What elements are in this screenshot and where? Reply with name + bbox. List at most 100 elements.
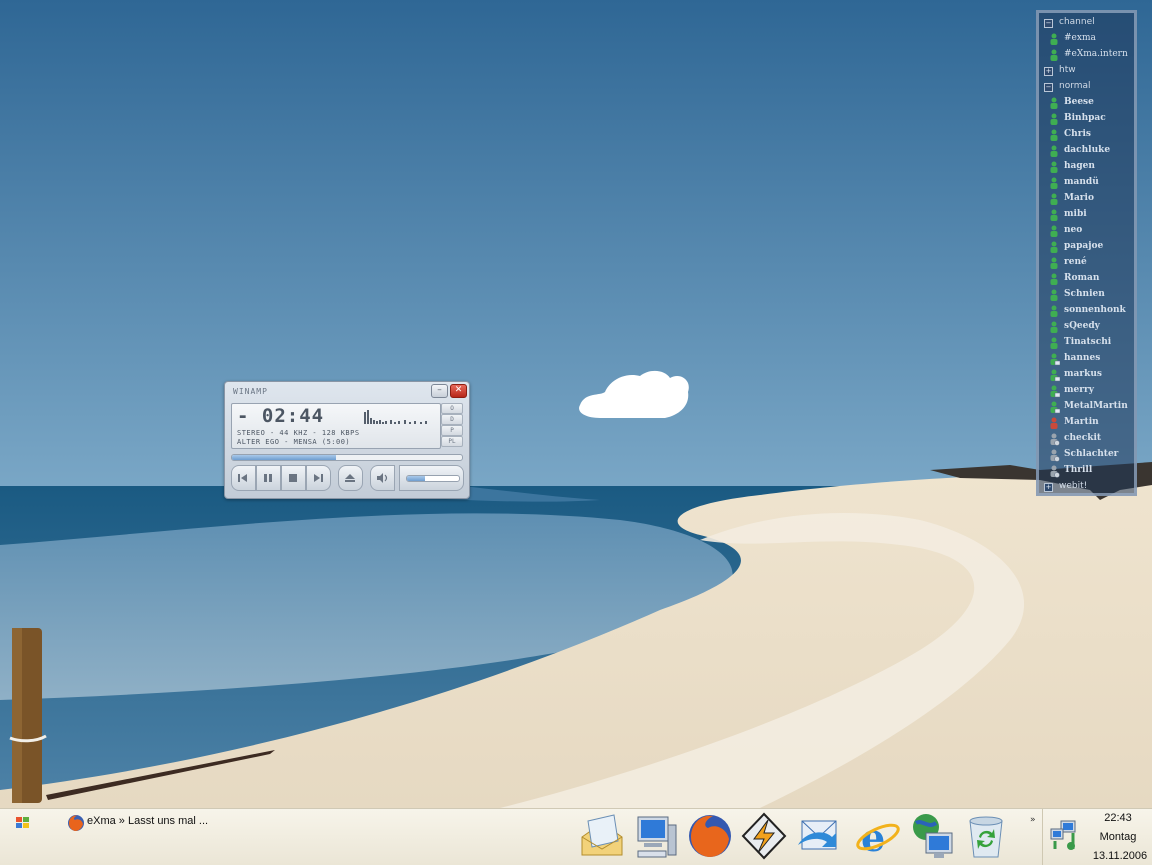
contact-label: checkit <box>1064 433 1102 443</box>
collapse-icon[interactable]: − <box>1044 83 1053 92</box>
tray-expand-button[interactable]: » <box>1030 815 1036 825</box>
user-status-icon <box>1050 177 1058 189</box>
speaker-icon <box>377 473 388 483</box>
channel-label: #exma <box>1064 33 1096 43</box>
contact-list-panel[interactable]: − channel #exma #eXma.intern + htw − normal Bees… <box>1036 10 1137 496</box>
contact-label: Martin <box>1064 417 1099 427</box>
contact-item[interactable]: Tinatschi <box>1039 336 1134 352</box>
contact-item[interactable]: Martin <box>1039 416 1134 432</box>
seek-bar[interactable] <box>231 454 463 461</box>
mail-icon[interactable] <box>578 811 626 861</box>
playlist-toggle-button[interactable]: P <box>441 425 463 436</box>
contact-label: dachluke <box>1064 145 1111 155</box>
expand-icon[interactable]: + <box>1044 67 1053 76</box>
pause-button[interactable] <box>256 465 281 491</box>
contact-item[interactable]: dachluke <box>1039 144 1134 160</box>
recycle-bin-icon[interactable] <box>962 811 1010 861</box>
winamp-window[interactable]: WINAMP – ✕ - 02:44 STEREO - 44 KHZ - 128… <box>224 381 470 499</box>
contact-item[interactable]: Binhpac <box>1039 112 1134 128</box>
next-button[interactable] <box>306 465 331 491</box>
spectrum-visualizer[interactable] <box>364 408 434 424</box>
firefox-icon[interactable] <box>686 811 734 861</box>
mute-button[interactable] <box>370 465 395 491</box>
start-button[interactable] <box>12 814 34 832</box>
contact-item[interactable]: neo <box>1039 224 1134 240</box>
channel-item[interactable]: #eXma.intern <box>1039 48 1134 64</box>
desktop: WINAMP – ✕ - 02:44 STEREO - 44 KHZ - 128… <box>0 0 1152 808</box>
close-icon: ✕ <box>454 385 463 395</box>
minimize-button[interactable]: – <box>431 384 448 398</box>
user-status-icon <box>1050 225 1058 237</box>
contact-item[interactable]: checkit <box>1039 432 1134 448</box>
contact-item[interactable]: Schnien <box>1039 288 1134 304</box>
volume-slider[interactable] <box>399 465 464 491</box>
user-status-icon <box>1050 129 1058 141</box>
clock-time[interactable]: 22:43 <box>1091 812 1145 824</box>
contact-item[interactable]: hannes <box>1039 352 1134 368</box>
contact-label: Chris <box>1064 129 1091 139</box>
contact-item[interactable]: mibi <box>1039 208 1134 224</box>
clock-day: Montag <box>1099 831 1137 843</box>
contact-item[interactable]: Chris <box>1039 128 1134 144</box>
contact-item[interactable]: markus <box>1039 368 1134 384</box>
contact-label: rené <box>1064 257 1087 267</box>
internet-explorer-icon[interactable]: e <box>854 811 902 861</box>
user-status-icon <box>1050 321 1058 333</box>
doublesize-button[interactable]: D <box>441 414 463 425</box>
contact-item[interactable]: merry <box>1039 384 1134 400</box>
channel-item[interactable]: #exma <box>1039 32 1134 48</box>
contact-group-label: htw <box>1059 65 1076 75</box>
options-button[interactable]: O <box>441 403 463 414</box>
contact-item[interactable]: sQeedy <box>1039 320 1134 336</box>
taskbar-item-firefox[interactable]: eXma » Lasst uns mal ... <box>64 812 279 834</box>
contact-label: neo <box>1064 225 1083 235</box>
contact-item[interactable]: Thrill <box>1039 464 1134 480</box>
contact-item[interactable]: Roman <box>1039 272 1134 288</box>
user-status-icon <box>1050 449 1060 462</box>
previous-button[interactable] <box>231 465 256 491</box>
contact-item[interactable]: Schlachter <box>1039 448 1134 464</box>
channel-icon <box>1050 33 1058 45</box>
contact-item[interactable]: Mario <box>1039 192 1134 208</box>
winamp-icon[interactable] <box>740 811 788 861</box>
stop-button[interactable] <box>281 465 306 491</box>
expand-icon[interactable]: + <box>1044 483 1053 492</box>
next-icon <box>314 474 323 482</box>
contact-item[interactable]: hagen <box>1039 160 1134 176</box>
contact-label: MetalMartin <box>1064 401 1128 411</box>
outlook-icon[interactable] <box>794 811 842 861</box>
user-status-icon <box>1050 337 1058 349</box>
song-title[interactable]: ALTER EGO - MENSA (5:00) <box>237 438 350 446</box>
close-button[interactable]: ✕ <box>450 384 467 398</box>
stop-icon <box>289 474 297 482</box>
contact-group-htw[interactable]: + htw <box>1039 64 1134 80</box>
user-status-icon <box>1050 97 1058 109</box>
contact-label: sonnenhonk <box>1064 305 1126 315</box>
collapse-icon[interactable]: − <box>1044 19 1053 28</box>
contact-item[interactable]: Beese <box>1039 96 1134 112</box>
eject-button[interactable] <box>338 465 363 491</box>
playback-time[interactable]: - 02:44 <box>237 405 324 427</box>
contact-group-channel[interactable]: − channel <box>1039 16 1134 32</box>
user-status-icon <box>1050 353 1060 366</box>
contact-item[interactable]: rené <box>1039 256 1134 272</box>
network-icon[interactable] <box>908 811 956 861</box>
contact-item[interactable]: sonnenhonk <box>1039 304 1134 320</box>
beach-wallpaper <box>0 0 1152 808</box>
user-status-icon <box>1050 433 1060 446</box>
winamp-display: - 02:44 STEREO - 44 KHZ - 128 KBPS ALTER… <box>231 403 441 449</box>
contact-group-normal[interactable]: − normal <box>1039 80 1134 96</box>
user-status-icon <box>1050 465 1060 478</box>
user-status-icon <box>1050 145 1058 157</box>
previous-icon <box>238 474 247 482</box>
media-library-button[interactable]: PL <box>441 436 463 447</box>
volume-fill <box>407 476 426 481</box>
user-status-icon <box>1050 193 1058 205</box>
contact-group-webit-[interactable]: + webit! <box>1039 480 1134 493</box>
network-status-icon[interactable] <box>1049 819 1083 853</box>
my-computer-icon[interactable] <box>632 811 680 861</box>
contact-item[interactable]: mandü <box>1039 176 1134 192</box>
contact-item[interactable]: MetalMartin <box>1039 400 1134 416</box>
contact-item[interactable]: papajoe <box>1039 240 1134 256</box>
contact-label: mandü <box>1064 177 1099 187</box>
